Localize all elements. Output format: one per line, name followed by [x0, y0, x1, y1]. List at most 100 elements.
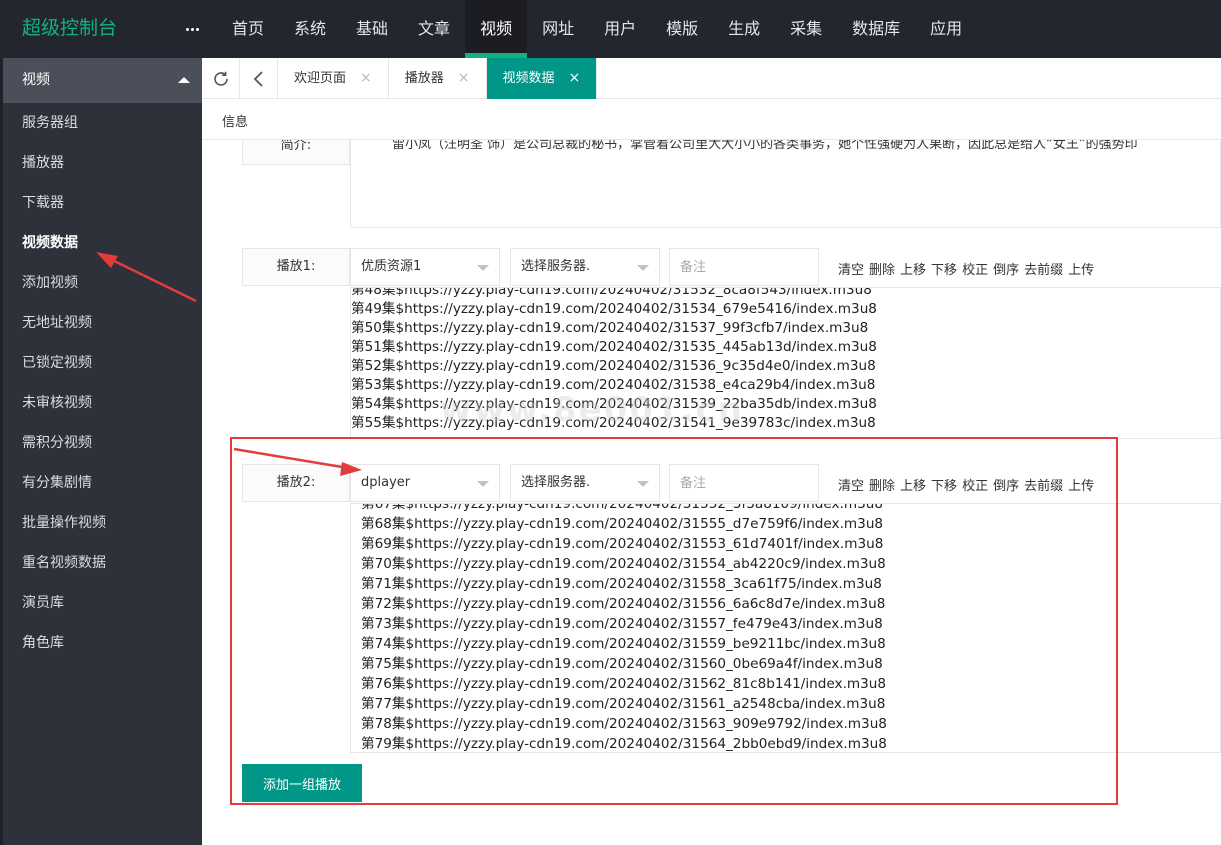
sidebar-item-1[interactable]: 播放器: [3, 143, 202, 183]
sidebar-item-0[interactable]: 服务器组: [3, 103, 202, 143]
chevron-left-icon: [253, 70, 263, 87]
sidebar-item-10[interactable]: 批量操作视频: [3, 503, 202, 543]
tab-1[interactable]: 播放器 ×: [389, 58, 487, 99]
sidebar-item-11[interactable]: 重名视频数据: [3, 543, 202, 583]
play1-server-select[interactable]: 选择服务器.: [510, 248, 660, 286]
nav-item-3[interactable]: 文章: [403, 0, 465, 58]
url-line: 第76集$https://yzzy.play-cdn19.com/2024040…: [361, 676, 887, 692]
play1-op-4[interactable]: 校正: [962, 259, 988, 278]
nav-item-2[interactable]: 基础: [341, 0, 403, 58]
app-logo[interactable]: 超级控制台: [22, 14, 117, 42]
play2-player-value: dplayer: [361, 475, 411, 490]
refresh-button[interactable]: [202, 58, 240, 99]
sidebar-item-2[interactable]: 下载器: [3, 183, 202, 223]
play2-server-value: 选择服务器.: [521, 475, 591, 490]
tab-bar: 欢迎页面 × 播放器 × 视频数据 ×: [202, 58, 1221, 99]
url-line: 第79集$https://yzzy.play-cdn19.com/2024040…: [361, 736, 887, 752]
refresh-icon: [213, 71, 228, 86]
url-line: 第74集$https://yzzy.play-cdn19.com/2024040…: [361, 636, 886, 652]
play2-op-3[interactable]: 下移: [931, 475, 957, 494]
tab-list: 欢迎页面 × 播放器 × 视频数据 ×: [278, 58, 598, 99]
sidebar: 视频 服务器组 播放器 下载器 视频数据 添加视频 无地址视频 已锁定视频 未审核视频 需积分视…: [0, 58, 202, 845]
subtab-bar: 信息: [202, 100, 1221, 140]
url-line: 第68集$https://yzzy.play-cdn19.com/2024040…: [361, 516, 884, 532]
url-line: 第73集$https://yzzy.play-cdn19.com/2024040…: [361, 616, 883, 632]
close-icon[interactable]: ×: [569, 58, 581, 99]
more-icon[interactable]: [180, 16, 204, 42]
sidebar-item-13[interactable]: 角色库: [3, 623, 202, 663]
nav-item-5[interactable]: 网址: [527, 0, 589, 58]
play1-op-2[interactable]: 上移: [900, 259, 926, 278]
play1-op-3[interactable]: 下移: [931, 259, 957, 278]
nav-item-11[interactable]: 应用: [915, 0, 977, 58]
sidebar-group-label: 视频: [22, 72, 50, 88]
tab-label: 视频数据: [502, 71, 555, 86]
close-icon[interactable]: ×: [360, 58, 372, 99]
nav-item-9[interactable]: 采集: [775, 0, 837, 58]
url-line: 第77集$https://yzzy.play-cdn19.com/2024040…: [361, 696, 886, 712]
play2-op-1[interactable]: 删除: [869, 475, 895, 494]
tab-0[interactable]: 欢迎页面 ×: [278, 58, 389, 99]
play2-note-input[interactable]: [669, 464, 819, 502]
close-icon[interactable]: ×: [458, 58, 470, 99]
play2-op-0[interactable]: 清空: [838, 475, 864, 494]
play1-url-textarea[interactable]: 第48集$https://yzzy.play-cdn19.com/2024040…: [350, 287, 1221, 439]
nav-item-0[interactable]: 首页: [217, 0, 279, 58]
back-button[interactable]: [240, 58, 278, 99]
url-line: 第70集$https://yzzy.play-cdn19.com/2024040…: [361, 556, 886, 572]
intro-text: 雷小凤（汪明荃 饰）是公司总裁的秘书，掌管着公司里大大小小的各类事务，她个性强硬…: [392, 140, 1138, 150]
url-line: 第54集$https://yzzy.play-cdn19.com/2024040…: [351, 396, 877, 412]
play1-op-6[interactable]: 去前缀: [1024, 259, 1063, 278]
play1-ops: 清空 删除 上移 下移 校正 倒序 去前缀 上传: [838, 259, 1094, 278]
sidebar-group-video[interactable]: 视频: [3, 58, 202, 103]
url-line: 第50集$https://yzzy.play-cdn19.com/2024040…: [351, 320, 869, 336]
play1-note-input[interactable]: [669, 248, 819, 286]
tab-2[interactable]: 视频数据 ×: [486, 58, 598, 99]
play2-label: 播放2:: [242, 464, 350, 502]
main-nav: 首页 系统 基础 文章 视频 网址 用户 模版 生成 采集 数据库 应用: [217, 0, 977, 58]
add-play-group-button[interactable]: 添加一组播放: [242, 764, 362, 802]
nav-item-1[interactable]: 系统: [279, 0, 341, 58]
sidebar-item-4[interactable]: 添加视频: [3, 263, 202, 303]
url-line: 第69集$https://yzzy.play-cdn19.com/2024040…: [361, 536, 884, 552]
nav-item-6[interactable]: 用户: [589, 0, 651, 58]
play2-player-select[interactable]: dplayer: [350, 464, 500, 502]
subtab-info[interactable]: 信息: [222, 111, 248, 130]
tab-label: 播放器: [404, 71, 444, 86]
url-line: 第72集$https://yzzy.play-cdn19.com/2024040…: [361, 596, 886, 612]
sidebar-item-8[interactable]: 需积分视频: [3, 423, 202, 463]
nav-item-4[interactable]: 视频: [465, 0, 528, 58]
play1-op-1[interactable]: 删除: [869, 259, 895, 278]
chevron-down-icon: [477, 265, 489, 271]
url-line: 第75集$https://yzzy.play-cdn19.com/2024040…: [361, 656, 883, 672]
chevron-down-icon: [477, 481, 489, 487]
play2-op-6[interactable]: 去前缀: [1024, 475, 1063, 494]
sidebar-item-3[interactable]: 视频数据: [3, 223, 202, 263]
url-line: 第67集$https://yzzy.play-cdn19.com/2024040…: [361, 503, 884, 512]
top-header: 超级控制台 首页 系统 基础 文章 视频 网址 用户 模版 生成 采集 数据库 应用: [0, 0, 1221, 58]
sidebar-item-6[interactable]: 已锁定视频: [3, 343, 202, 383]
play2-server-select[interactable]: 选择服务器.: [510, 464, 660, 502]
url-line: 第55集$https://yzzy.play-cdn19.com/2024040…: [351, 415, 876, 431]
play2-ops: 清空 删除 上移 下移 校正 倒序 去前缀 上传: [838, 475, 1094, 494]
play1-op-7[interactable]: 上传: [1068, 259, 1094, 278]
url-line: 第49集$https://yzzy.play-cdn19.com/2024040…: [351, 301, 877, 317]
sidebar-item-12[interactable]: 演员库: [3, 583, 202, 623]
sidebar-item-7[interactable]: 未审核视频: [3, 383, 202, 423]
nav-item-7[interactable]: 模版: [651, 0, 713, 58]
play2-url-textarea[interactable]: 第67集$https://yzzy.play-cdn19.com/2024040…: [350, 503, 1221, 753]
play2-op-5[interactable]: 倒序: [993, 475, 1019, 494]
play1-op-0[interactable]: 清空: [838, 259, 864, 278]
nav-item-10[interactable]: 数据库: [837, 0, 915, 58]
sidebar-item-5[interactable]: 无地址视频: [3, 303, 202, 343]
play2-op-4[interactable]: 校正: [962, 475, 988, 494]
play1-player-select[interactable]: 优质资源1: [350, 248, 500, 286]
play2-op-2[interactable]: 上移: [900, 475, 926, 494]
caret-up-icon: [178, 77, 190, 83]
url-line: 第48集$https://yzzy.play-cdn19.com/2024040…: [351, 287, 872, 298]
play1-op-5[interactable]: 倒序: [993, 259, 1019, 278]
tab-label: 欢迎页面: [294, 71, 347, 86]
sidebar-item-9[interactable]: 有分集剧情: [3, 463, 202, 503]
nav-item-8[interactable]: 生成: [713, 0, 775, 58]
play2-op-7[interactable]: 上传: [1068, 475, 1094, 494]
